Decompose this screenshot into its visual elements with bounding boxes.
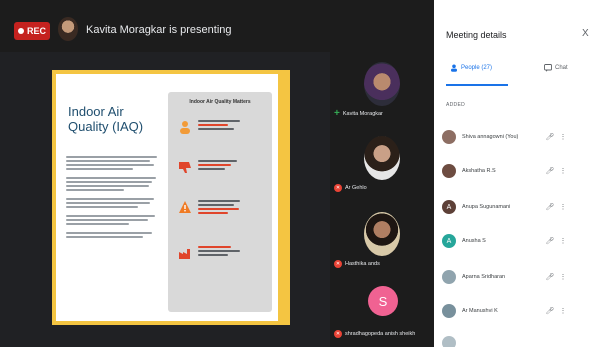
avatar <box>442 304 456 318</box>
tab-label: Chat <box>555 65 568 71</box>
participant-row[interactable] <box>442 330 590 347</box>
panel-heading: Meeting details <box>446 30 507 40</box>
participant-tile[interactable]: ✕ Ar Gehlo <box>330 132 434 202</box>
mic-off-icon: ✕ <box>334 260 342 268</box>
participant-video <box>364 212 400 256</box>
participant-avatar: S <box>368 286 398 316</box>
participant-row[interactable]: A Anupa Sugunamani 🎤︎ ⋮ <box>442 194 590 220</box>
participant-tile[interactable]: + Kavita Moragkar <box>330 58 434 128</box>
avatar <box>442 336 456 347</box>
avatar: A <box>442 200 456 214</box>
slide: Indoor Air Quality (IAQ) Indoor Air Qual… <box>56 74 278 321</box>
tab-chat[interactable]: Chat <box>544 64 568 72</box>
participant-row[interactable]: Akshatha R.S 🎤︎ ⋮ <box>442 158 590 184</box>
recording-badge: REC <box>14 22 50 40</box>
participant-name: Ar Manushvi K <box>462 308 498 314</box>
more-options-icon[interactable]: ⋮ <box>558 307 568 315</box>
close-icon[interactable]: X <box>582 28 589 39</box>
mic-off-icon[interactable]: 🎤︎ <box>542 167 558 175</box>
participant-tile[interactable]: ✕ Hasthika ands <box>330 208 434 278</box>
participant-row[interactable]: Aparna Sridharan 🎤︎ ⋮ <box>442 264 590 290</box>
mic-off-icon: ✕ <box>334 330 342 338</box>
chat-icon <box>544 64 552 72</box>
participant-name: Shiva annagowni (You) <box>462 134 519 140</box>
participant-name: Aparna Sridharan <box>462 274 506 280</box>
panel-title: Indoor Air Quality Matters <box>189 99 251 105</box>
avatar <box>442 164 456 178</box>
record-dot-icon <box>17 28 24 34</box>
thumbs-down-icon <box>179 162 191 173</box>
more-options-icon[interactable]: ⋮ <box>558 167 568 175</box>
avatar: A <box>442 234 456 248</box>
tab-people[interactable]: People (27) <box>450 64 492 72</box>
panel-row <box>176 114 266 148</box>
participant-row[interactable]: Shiva annagowni (You) 🎤︎ ⋮ <box>442 124 590 150</box>
mic-off-icon: ✕ <box>334 184 342 192</box>
participant-name: Hasthika ands <box>345 261 380 267</box>
participant-name: Anusha S <box>462 238 486 244</box>
participant-tiles: + Kavita Moragkar ✕ Ar Gehlo ✕ Hasthika … <box>330 52 434 347</box>
avatar <box>442 130 456 144</box>
mic-off-icon[interactable]: 🎤︎ <box>542 273 558 281</box>
mic-off-icon[interactable]: 🎤︎ <box>542 203 558 211</box>
factory-icon <box>179 249 190 259</box>
section-label: ADDED <box>446 102 466 108</box>
warning-icon <box>179 201 191 213</box>
participant-name: Ar Gehlo <box>345 185 367 191</box>
tab-label: People (27) <box>461 65 493 71</box>
avatar <box>442 270 456 284</box>
people-icon <box>451 64 457 72</box>
participant-name: Akshatha R.S <box>462 168 496 174</box>
pin-icon: + <box>334 108 340 119</box>
participant-row[interactable]: A Anusha S 🎤︎ ⋮ <box>442 228 590 254</box>
recording-label: REC <box>26 26 46 36</box>
participant-video <box>364 62 400 106</box>
participant-name: Kavita Moragkar <box>342 111 383 117</box>
people-icon <box>180 121 190 134</box>
presenter-avatar <box>58 17 78 41</box>
shared-screen: Indoor Air Quality (IAQ) Indoor Air Qual… <box>52 70 290 325</box>
participant-name: shradhagopeda anish sheikh <box>345 331 416 337</box>
slide-title: Indoor Air Quality (IAQ) <box>68 104 144 134</box>
slide-bullets <box>66 154 162 245</box>
meeting-details-panel: Meeting details X People (27) Chat ADDED… <box>434 0 594 347</box>
active-tab-indicator <box>446 84 508 86</box>
presenting-banner: Kavita Moragkar is presenting <box>86 24 232 36</box>
participant-name: Anupa Sugunamani <box>462 204 511 210</box>
participant-tile[interactable]: S ✕ shradhagopeda anish sheikh <box>330 280 434 347</box>
participant-row[interactable]: Ar Manushvi K 🎤︎ ⋮ <box>442 298 590 324</box>
more-options-icon[interactable]: ⋮ <box>558 273 568 281</box>
panel-row <box>176 194 266 228</box>
more-options-icon[interactable]: ⋮ <box>558 203 568 211</box>
more-options-icon[interactable]: ⋮ <box>558 133 568 141</box>
top-bar: REC Kavita Moragkar is presenting <box>0 0 434 52</box>
mic-off-icon[interactable]: 🎤︎ <box>542 133 558 141</box>
slide-info-panel: Indoor Air Quality Matters <box>168 92 272 312</box>
panel-row <box>176 154 266 188</box>
mic-off-icon[interactable]: 🎤︎ <box>542 307 558 315</box>
panel-row <box>176 240 266 274</box>
mic-off-icon[interactable]: 🎤︎ <box>542 237 558 245</box>
more-options-icon[interactable]: ⋮ <box>558 237 568 245</box>
participant-video <box>364 136 400 180</box>
